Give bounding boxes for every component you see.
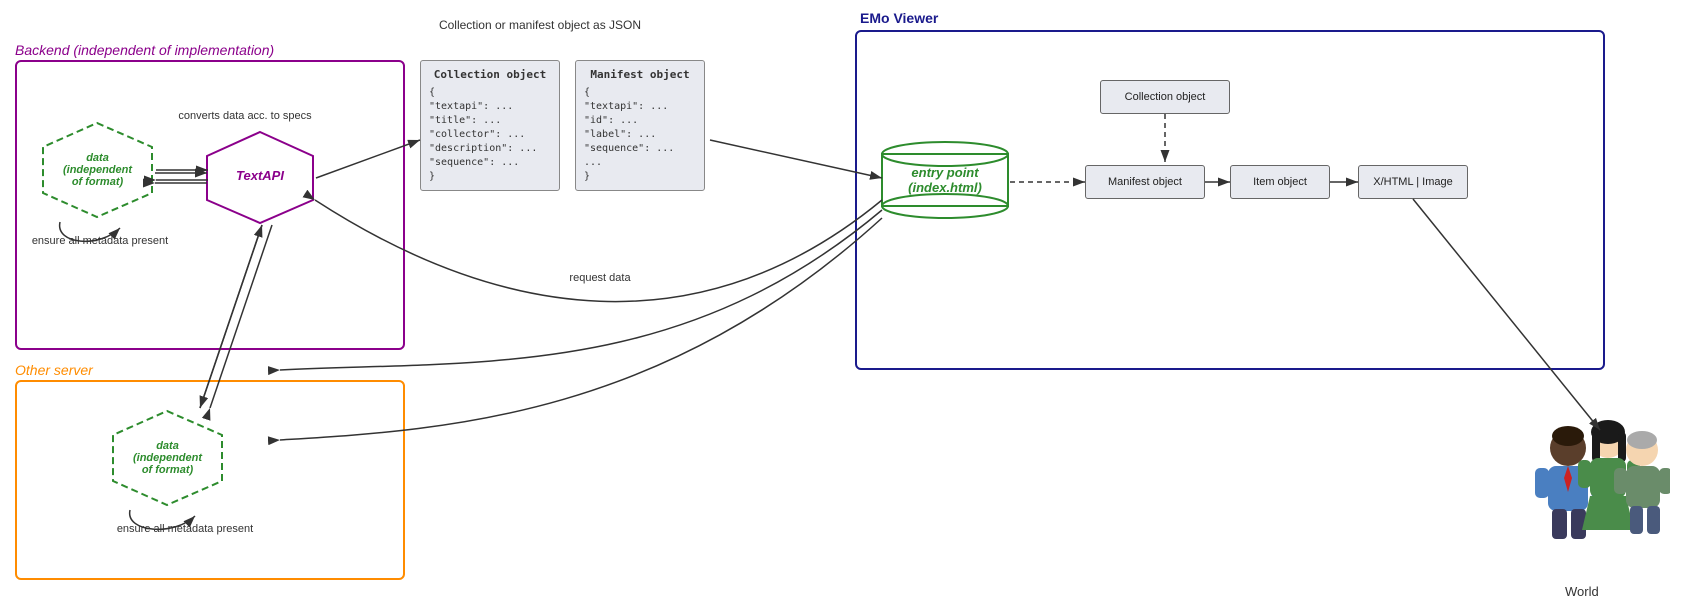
world-label: World [1565, 584, 1599, 599]
collection-json-box: Collection object { "textapi": ... "titl… [420, 60, 560, 191]
collection-object-emo-box: Collection object [1100, 80, 1230, 114]
textapi-hexagon [205, 130, 315, 225]
manifest-object-header: Manifest object [584, 67, 696, 82]
diagram-container: { "title": "Architecture Diagram", "back… [0, 0, 1687, 610]
item-object-emo-box: Item object [1230, 165, 1330, 199]
entry-point-cylinder [880, 140, 1010, 223]
world-people [1530, 420, 1670, 575]
other-server-label: Other server [15, 362, 93, 378]
data-hexagon-other [110, 408, 225, 511]
manifest-object-emo-box: Manifest object [1085, 165, 1205, 199]
data-hexagon-backend [40, 120, 155, 223]
xhtml-image-box: X/HTML | Image [1358, 165, 1468, 199]
collection-object-header: Collection object [429, 67, 551, 82]
ensure-metadata-other: ensure all metadata present [100, 523, 270, 535]
manifest-json-box: Manifest object { "textapi": ... "id": .… [575, 60, 705, 191]
ensure-metadata-backend: ensure all metadata present [25, 235, 175, 247]
emo-viewer-label: EMo Viewer [860, 10, 938, 26]
backend-label: Backend (independent of implementation) [15, 42, 274, 58]
collection-manifest-json-label: Collection or manifest object as JSON [430, 18, 650, 32]
converts-data-annotation: converts data acc. to specs [165, 110, 325, 122]
request-data-annotation: request data [540, 272, 660, 284]
